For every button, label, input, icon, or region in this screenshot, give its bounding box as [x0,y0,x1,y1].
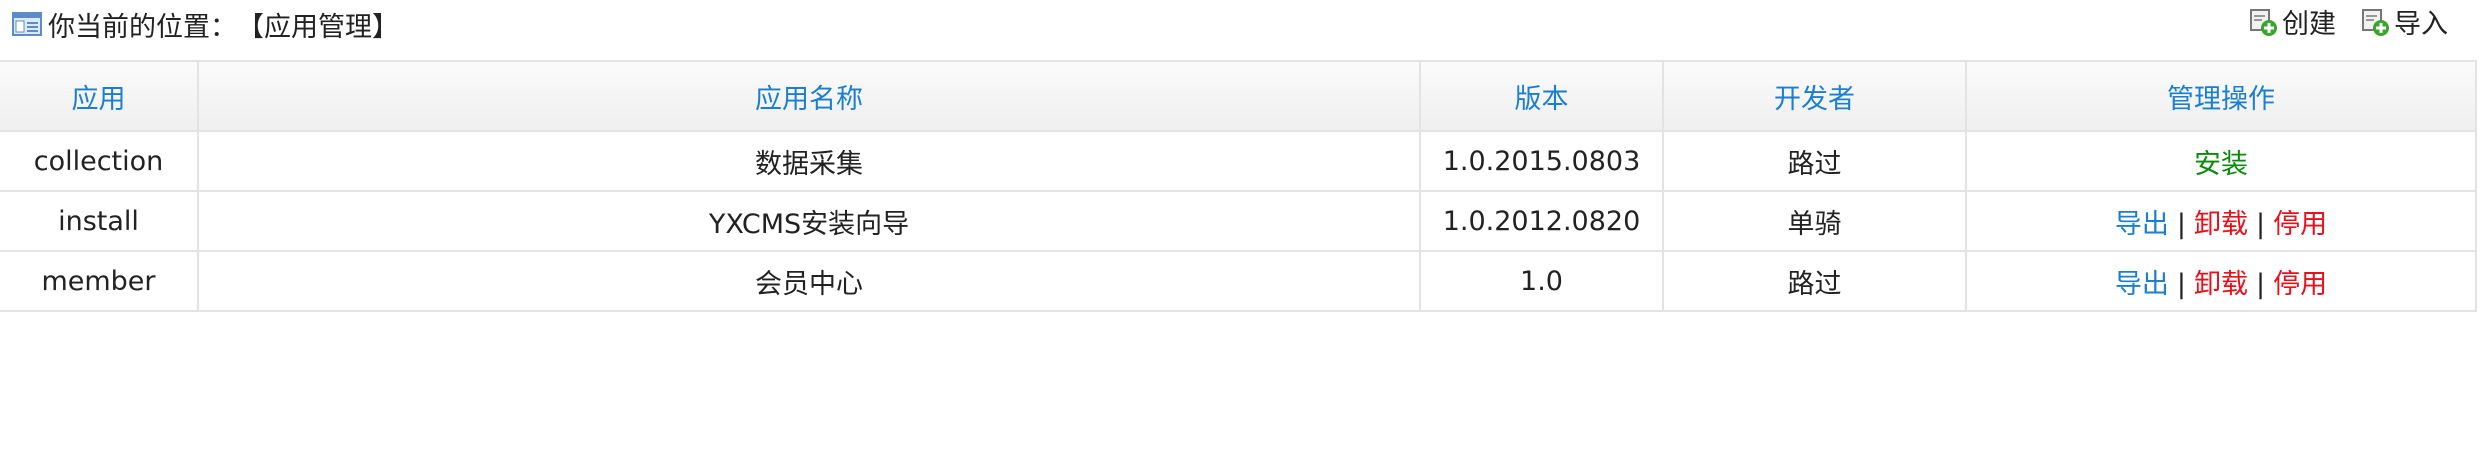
operations-cell: 导出 | 卸载 | 停用 [1965,250,2477,312]
window-icon [12,12,42,36]
breadcrumb: 你当前的位置： 【应用管理】 [12,6,399,43]
separator: | [2176,268,2186,300]
table-row: member 会员中心 1.0 路过 导出 | 卸载 | 停用 [0,250,2477,312]
separator: | [2256,268,2266,300]
app-name-cell: YXCMS安装向导 [197,190,1421,252]
top-bar: 你当前的位置： 【应用管理】 创建 导入 [0,0,2484,60]
operations-cell: 导出 | 卸载 | 停用 [1965,190,2477,252]
app-name-cell: 数据采集 [197,130,1421,192]
uninstall-link[interactable]: 卸载 [2194,209,2248,240]
export-link[interactable]: 导出 [2115,269,2169,300]
add-document-icon [2250,8,2277,36]
breadcrumb-current: 【应用管理】 [237,11,399,43]
import-button[interactable]: 导入 [2360,2,2448,41]
version-cell: 1.0.2012.0820 [1419,190,1664,252]
disable-link[interactable]: 停用 [2273,209,2327,240]
column-header-developer[interactable]: 开发者 [1662,60,1967,132]
export-link[interactable]: 导出 [2115,209,2169,240]
column-header-version[interactable]: 版本 [1419,60,1664,132]
create-button[interactable]: 创建 [2248,2,2336,41]
column-header-name[interactable]: 应用名称 [197,60,1421,132]
app-id-cell: collection [0,130,199,192]
developer-cell: 单骑 [1662,190,1967,252]
app-id-cell: member [0,250,199,312]
app-id-cell: install [0,190,199,252]
app-table: 应用 应用名称 版本 开发者 管理操作 collection 数据采集 1.0.… [0,60,2477,312]
version-cell: 1.0 [1419,250,1664,312]
disable-link[interactable]: 停用 [2273,269,2327,300]
column-header-app[interactable]: 应用 [0,60,199,132]
import-document-icon [2362,8,2389,36]
separator: | [2256,208,2266,240]
table-header-row: 应用 应用名称 版本 开发者 管理操作 [0,60,2477,132]
developer-cell: 路过 [1662,250,1967,312]
uninstall-link[interactable]: 卸载 [2194,269,2248,300]
install-link[interactable]: 安装 [2194,149,2248,180]
import-label: 导入 [2394,9,2448,40]
toolbar: 创建 导入 [2248,2,2448,41]
operations-cell: 安装 [1965,130,2477,192]
separator: | [2176,208,2186,240]
column-header-operations[interactable]: 管理操作 [1965,60,2477,132]
breadcrumb-prefix: 你当前的位置： [48,11,237,43]
table-row: install YXCMS安装向导 1.0.2012.0820 单骑 导出 | 卸载… [0,190,2477,252]
version-cell: 1.0.2015.0803 [1419,130,1664,192]
app-name-cell: 会员中心 [197,250,1421,312]
developer-cell: 路过 [1662,130,1967,192]
table-row: collection 数据采集 1.0.2015.0803 路过 安装 [0,130,2477,192]
create-label: 创建 [2282,9,2336,40]
